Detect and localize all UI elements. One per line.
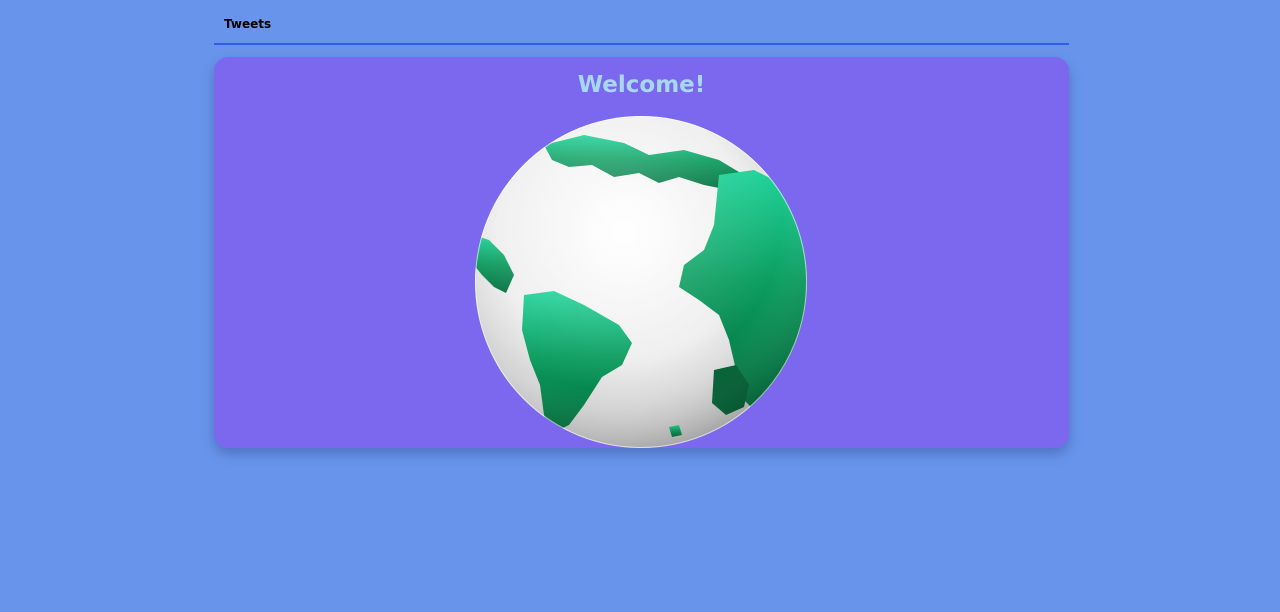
welcome-card: Welcome!: [214, 57, 1069, 448]
globe-icon: [475, 116, 807, 448]
tweets-link[interactable]: Tweets: [224, 17, 271, 31]
top-navigation: Tweets: [214, 0, 1069, 45]
welcome-title: Welcome!: [577, 72, 706, 98]
